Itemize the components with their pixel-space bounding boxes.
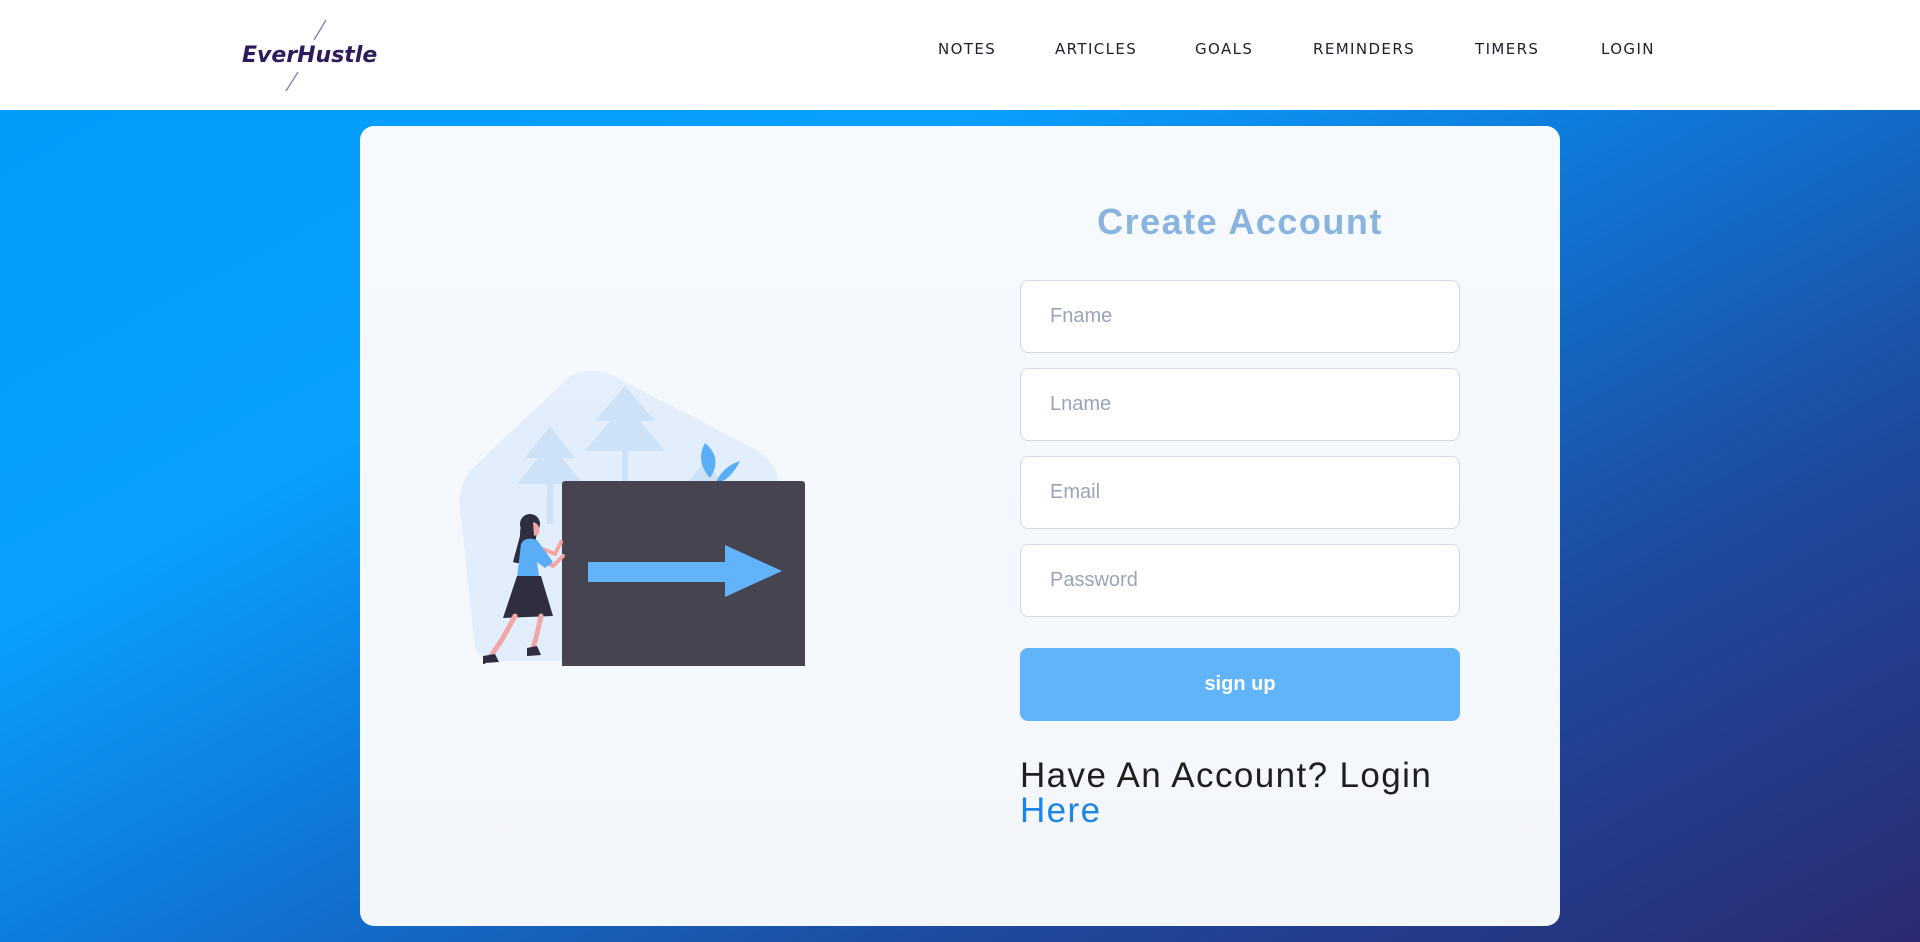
login-prompt-text: Have An Account? Login [1020,756,1433,795]
nav-link-timers[interactable]: TIMERS [1475,40,1539,58]
form-title: Create Account [1097,201,1383,242]
navbar: EverHustle NOTES ARTICLES GOALS REMINDER… [0,0,1920,110]
woman-pushing-arrow-box-illustration [459,370,805,666]
sign-up-button[interactable]: sign up [1020,648,1460,721]
login-prompt: Have An Account? Login Here [1020,758,1460,828]
fname-field[interactable] [1020,280,1460,353]
lname-field[interactable] [1020,368,1460,441]
email-field[interactable] [1020,456,1460,529]
nav-link-goals[interactable]: GOALS [1195,40,1253,58]
nav-link-articles[interactable]: ARTICLES [1055,40,1137,58]
signup-form: Create Account sign up Have An Account? … [1020,126,1460,926]
nav-link-reminders[interactable]: REMINDERS [1313,40,1415,58]
signup-card: Create Account sign up Have An Account? … [360,126,1560,926]
nav-link-notes[interactable]: NOTES [938,40,996,58]
main-nav: NOTES ARTICLES GOALS REMINDERS TIMERS LO… [0,40,1920,62]
password-field[interactable] [1020,544,1460,617]
nav-link-login[interactable]: LOGIN [1601,40,1655,58]
login-here-link[interactable]: Here [1020,791,1101,830]
